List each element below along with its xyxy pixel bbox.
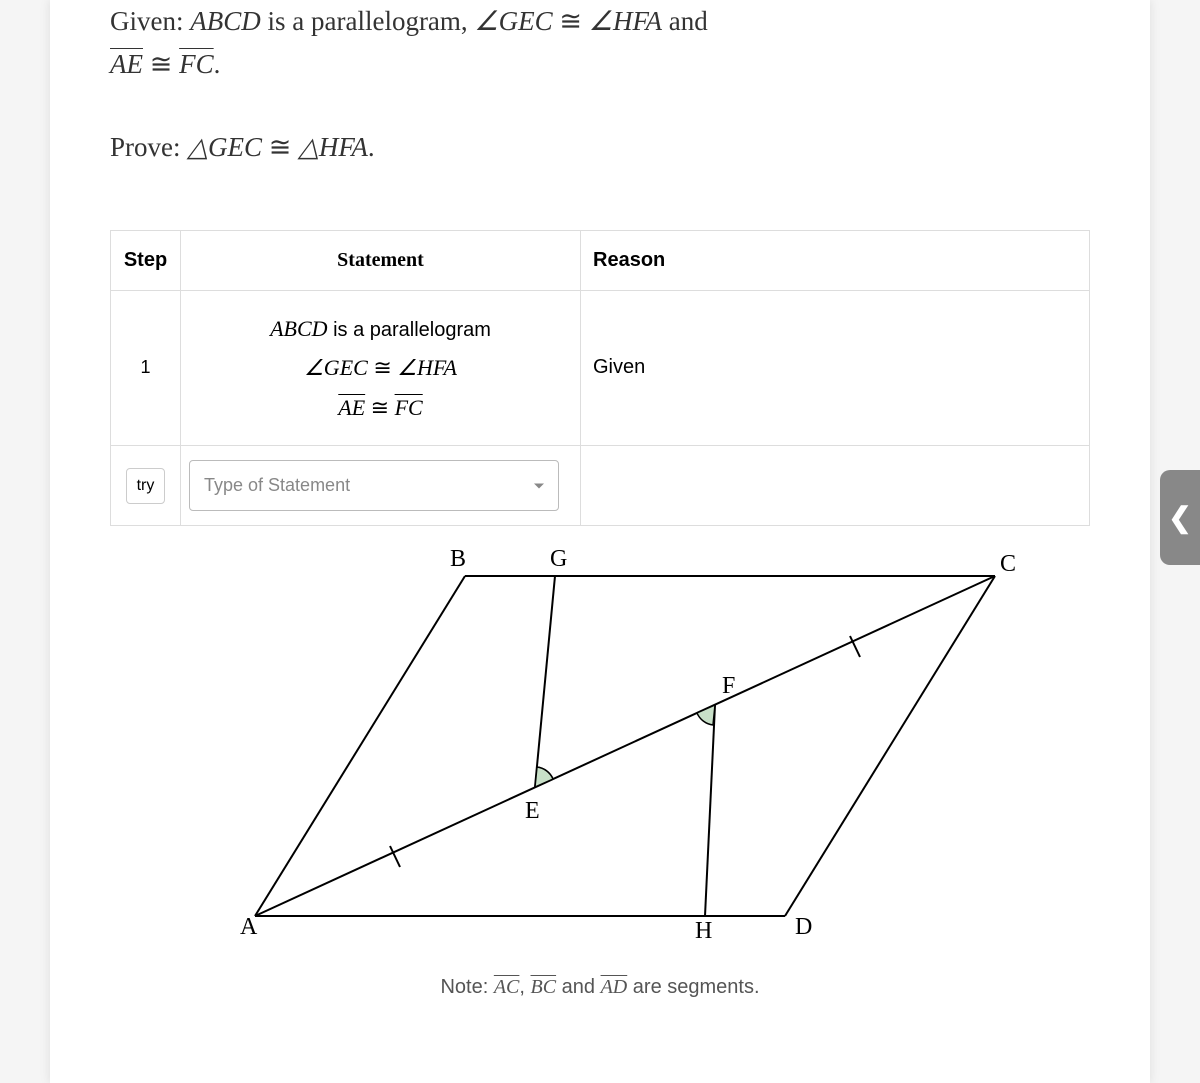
table-row: try Type of Statement xyxy=(111,446,1090,526)
prove-triangle-gec: △GEC xyxy=(187,132,262,162)
prove-prefix: Prove: xyxy=(110,132,187,162)
type-of-statement-dropdown[interactable]: Type of Statement xyxy=(189,460,559,511)
prove-triangle-hfa: △HFA xyxy=(298,132,368,162)
given-congruent-2: ≅ xyxy=(143,49,179,79)
chevron-left-icon: ❮ xyxy=(1168,501,1191,535)
statement-cell: ABCD is a parallelogram ∠GEC ≅ ∠HFA AE ≅… xyxy=(181,290,581,446)
label-b: B xyxy=(450,546,466,572)
dropdown-placeholder: Type of Statement xyxy=(204,475,350,495)
label-a: A xyxy=(240,914,258,940)
header-reason: Reason xyxy=(581,230,1090,290)
figure-note: Note: AC, BC and AD are segments. xyxy=(110,976,1090,999)
table-row: 1 ABCD is a parallelogram ∠GEC ≅ ∠HFA AE… xyxy=(111,290,1090,446)
step-number: 1 xyxy=(111,290,181,446)
prove-congruent: ≅ xyxy=(262,132,298,162)
label-d: D xyxy=(795,914,812,940)
geometry-figure: A B C D E F G H Note: AC, BC and AD are … xyxy=(110,536,1090,999)
side-panel-tab[interactable]: ❮ xyxy=(1160,470,1200,565)
label-c: C xyxy=(1000,551,1016,577)
given-and: and xyxy=(662,6,708,36)
given-statement: Given: ABCD is a parallelogram, ∠GEC ≅ ∠… xyxy=(110,0,1090,86)
label-e: E xyxy=(525,798,540,824)
label-f: F xyxy=(722,673,735,699)
label-h: H xyxy=(695,918,712,944)
prove-statement: Prove: △GEC ≅ △HFA. xyxy=(110,126,1090,169)
given-text1: is a parallelogram, xyxy=(261,6,475,36)
label-g: G xyxy=(550,546,567,572)
proof-table: Step Statement Reason 1 ABCD is a parall… xyxy=(110,230,1090,527)
reason-cell: Given xyxy=(581,290,1090,446)
given-abcd: ABCD xyxy=(190,6,261,36)
try-button[interactable]: try xyxy=(126,468,166,504)
given-angle-hfa: ∠HFA xyxy=(589,6,662,36)
header-statement: Statement xyxy=(181,230,581,290)
given-angle-gec: ∠GEC xyxy=(474,6,552,36)
header-step: Step xyxy=(111,230,181,290)
given-period: . xyxy=(214,49,221,79)
given-prefix: Given: xyxy=(110,6,190,36)
chevron-down-icon xyxy=(534,483,544,488)
figure-svg: A B C D E F G H xyxy=(175,536,1025,956)
given-segment-ae: AE xyxy=(110,49,143,79)
prove-period: . xyxy=(368,132,375,162)
given-segment-fc: FC xyxy=(179,49,214,79)
given-congruent-1: ≅ xyxy=(553,6,589,36)
